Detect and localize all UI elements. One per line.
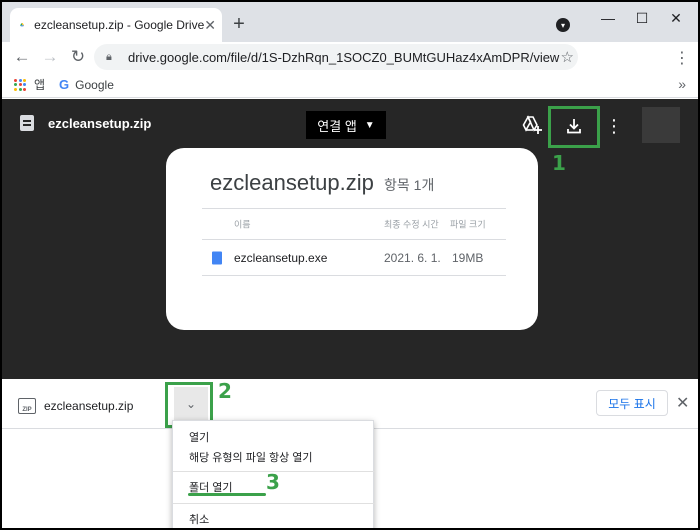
browser-toolbar: ← → ↻ 🔒︎ drive.google.com/file/d/1S-DzhR… bbox=[2, 42, 698, 72]
column-header-name: 이름 bbox=[234, 219, 251, 230]
card-title-text: ezcleansetup.zip bbox=[210, 170, 374, 195]
step1-highlight-box bbox=[548, 106, 600, 148]
forward-arrow-icon[interactable]: → bbox=[38, 45, 62, 69]
menu-item-open[interactable]: 열기 bbox=[173, 427, 375, 447]
document-icon bbox=[20, 115, 34, 131]
close-icon[interactable]: ✕ bbox=[676, 393, 689, 413]
viewer-filename: ezcleansetup.zip bbox=[48, 115, 152, 131]
item-count: 항목 1개 bbox=[384, 177, 435, 193]
file-name-cell: ezcleansetup.exe bbox=[234, 250, 328, 265]
address-bar[interactable]: 🔒︎ drive.google.com/file/d/1S-DzhRqn_1SO… bbox=[94, 44, 578, 70]
download-filename[interactable]: ezcleansetup.zip bbox=[44, 399, 133, 413]
new-tab-button[interactable]: + bbox=[228, 14, 250, 36]
card-title: ezcleansetup.zip 항목 1개 bbox=[210, 170, 434, 196]
table-row[interactable]: ezcleansetup.exe 2021. 6. 1. 19MB bbox=[202, 240, 506, 276]
close-window-button[interactable]: ✕ bbox=[666, 10, 686, 27]
add-to-drive-icon[interactable] bbox=[522, 115, 542, 135]
zip-contents-table: 이름 최종 수정 시간 파일 크기 ezcleansetup.exe 2021.… bbox=[202, 208, 506, 276]
bookmark-star-icon[interactable]: ☆ bbox=[561, 48, 574, 66]
avatar[interactable] bbox=[642, 107, 680, 143]
reload-icon[interactable]: ↻ bbox=[66, 45, 90, 69]
browser-window: ezcleansetup.zip - Google Drive ✕ + ▾ — … bbox=[2, 2, 698, 528]
google-drive-icon bbox=[20, 23, 24, 27]
file-size-cell: 19MB bbox=[452, 250, 484, 265]
step1-label: 1 bbox=[552, 151, 566, 175]
browser-tab[interactable]: ezcleansetup.zip - Google Drive ✕ bbox=[10, 8, 222, 42]
zip-preview-card: ezcleansetup.zip 항목 1개 이름 최종 수정 시간 파일 크기… bbox=[166, 148, 538, 330]
lock-icon[interactable]: 🔒︎ bbox=[106, 51, 120, 64]
menu-item-cancel[interactable]: 취소 bbox=[173, 509, 375, 528]
show-all-button[interactable]: 모두 표시 bbox=[596, 390, 668, 416]
column-header-modified: 최종 수정 시간 bbox=[384, 219, 439, 230]
menu-item-always-open[interactable]: 해당 유형의 파일 항상 열기 bbox=[173, 447, 375, 467]
bookmark-label: Google bbox=[75, 77, 114, 92]
column-header-size: 파일 크기 bbox=[450, 219, 486, 230]
back-arrow-icon[interactable]: ← bbox=[10, 45, 34, 69]
open-with-button[interactable]: 연결 앱 ▼ bbox=[306, 111, 386, 139]
tab-title: ezcleansetup.zip - Google Drive bbox=[34, 18, 205, 32]
table-header: 이름 최종 수정 시간 파일 크기 bbox=[202, 208, 506, 240]
maximize-button[interactable]: ☐ bbox=[632, 10, 652, 27]
menu-divider bbox=[173, 503, 375, 504]
viewer-file-header: ezcleansetup.zip bbox=[20, 115, 151, 131]
caret-down-icon: ▼ bbox=[364, 119, 375, 131]
browser-menu-icon[interactable]: ⋮ bbox=[674, 48, 690, 68]
more-options-icon[interactable]: ⋮ bbox=[605, 115, 623, 137]
url-text: drive.google.com/file/d/1S-DzhRqn_1SOCZ0… bbox=[128, 49, 560, 65]
bookmark-google[interactable]: G Google bbox=[59, 77, 114, 92]
tab-close-icon[interactable]: ✕ bbox=[204, 15, 216, 35]
bookmark-label: 앱 bbox=[34, 78, 46, 92]
step2-label: 2 bbox=[218, 379, 232, 403]
file-modified-cell: 2021. 6. 1. bbox=[384, 250, 441, 265]
apps-grid-icon bbox=[14, 78, 26, 91]
zip-file-icon: ZIP bbox=[18, 398, 36, 414]
google-g-icon: G bbox=[59, 77, 70, 92]
step3-label: 3 bbox=[266, 470, 280, 494]
step3-underline bbox=[188, 493, 266, 496]
tab-search-icon[interactable]: ▾ bbox=[556, 18, 570, 32]
tab-strip: ezcleansetup.zip - Google Drive ✕ + ▾ — … bbox=[2, 2, 698, 42]
bookmark-apps[interactable]: 앱 bbox=[14, 76, 45, 93]
open-with-label: 연결 앱 bbox=[317, 118, 357, 134]
bookmarks-bar: 앱 G Google » bbox=[2, 72, 698, 98]
minimize-button[interactable]: — bbox=[598, 10, 618, 26]
drive-viewer: ezcleansetup.zip 연결 앱 ▼ 1 ⋮ ezcleansetup bbox=[2, 99, 698, 379]
file-icon bbox=[212, 251, 222, 264]
bookmarks-overflow-icon[interactable]: » bbox=[678, 76, 686, 92]
